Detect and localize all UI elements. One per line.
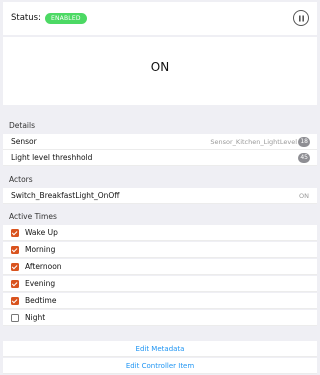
checkbox-unchecked[interactable] [11,314,19,322]
details-row-threshold[interactable]: Light level threshhold 45 [3,150,317,166]
checkbox-checked[interactable] [11,229,19,237]
checkbox-row-night[interactable]: Night [3,310,317,326]
details-row-sensor[interactable]: Sensor Sensor_Kitchen_LightLevel 18 [3,134,317,150]
checkbox-checked[interactable] [11,297,19,305]
checkbox-label: Bedtime [25,296,57,305]
row-label: Light level threshhold [11,153,93,162]
checkbox-checked[interactable] [11,246,19,254]
actors-title: Actors [9,175,33,184]
checkbox-label: Afternoon [25,262,62,271]
status-card: Status: ENABLED [3,2,317,35]
checkbox-checked[interactable] [11,263,19,271]
pause-icon [298,15,304,21]
edit-metadata-link[interactable]: Edit Metadata [3,341,317,357]
pause-button[interactable] [293,10,309,26]
row-label: Switch_BreakfastLight_OnOff [11,191,120,200]
row-value: Sensor_Kitchen_LightLevel [210,138,297,146]
checkbox-row-afternoon[interactable]: Afternoon [3,259,317,275]
count-badge: 45 [298,153,310,163]
active-times-title: Active Times [9,212,57,221]
checkbox-label: Morning [25,245,56,254]
checkbox-label: Evening [25,279,56,288]
details-title: Details [9,121,36,130]
checkbox-label: Night [25,313,46,322]
count-badge: 18 [298,137,310,147]
checkbox-row-wake-up[interactable]: Wake Up [3,225,317,241]
row-value: ON [299,192,309,200]
actors-row[interactable]: Switch_BreakfastLight_OnOff ON [3,188,317,204]
checkbox-row-morning[interactable]: Morning [3,242,317,258]
checkbox-checked[interactable] [11,280,19,288]
state-card: ON [3,37,317,105]
row-label: Sensor [11,137,37,146]
checkbox-label: Wake Up [25,228,58,237]
status-badge: ENABLED [45,13,87,24]
checkbox-row-evening[interactable]: Evening [3,276,317,292]
edit-controller-item-link[interactable]: Edit Controller Item [3,358,317,374]
checkbox-row-bedtime[interactable]: Bedtime [3,293,317,309]
state-value: ON [150,60,170,74]
status-label: Status: [11,13,41,23]
